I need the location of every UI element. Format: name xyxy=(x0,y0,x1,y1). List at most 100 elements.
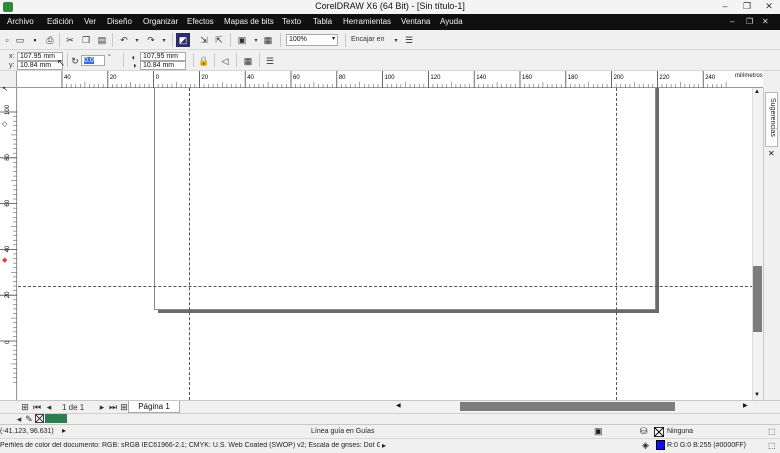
scroll-right-icon[interactable]: ▶ xyxy=(743,402,748,409)
options-icon[interactable]: ☰ xyxy=(402,33,416,47)
menu-ventana[interactable]: Ventana xyxy=(401,17,430,26)
menu-bar: Archivo Edición Ver Diseño Organizar Efe… xyxy=(0,14,780,30)
x-label: x: xyxy=(9,53,15,60)
menu-diseno[interactable]: Diseño xyxy=(107,17,132,26)
docker-close-icon[interactable]: ✕ xyxy=(768,149,775,158)
drawing-canvas[interactable] xyxy=(18,88,763,400)
zoom-level-value: 100% xyxy=(289,36,307,43)
copy-icon[interactable]: ❐ xyxy=(79,33,93,47)
doc-close-icon[interactable]: ✕ xyxy=(762,17,772,27)
ruler-tick-label: 60 xyxy=(293,75,300,81)
width-field[interactable]: 107,95 mm xyxy=(140,52,186,61)
chevron-down-icon: ▾ xyxy=(331,36,335,42)
ruler-tick-label: 140 xyxy=(476,75,487,81)
fill-tool-icon[interactable]: ◆ xyxy=(2,256,7,264)
rotation-angle-value: 0.0 xyxy=(84,57,94,64)
menu-texto[interactable]: Texto xyxy=(282,17,301,26)
close-button[interactable]: ✕ xyxy=(758,0,780,13)
cut-icon[interactable]: ✂ xyxy=(63,33,77,47)
fill-color-swatch xyxy=(656,440,665,450)
paste-icon[interactable]: ▤ xyxy=(95,33,109,47)
doc-minimize-icon[interactable]: – xyxy=(730,17,740,27)
drawing-page[interactable] xyxy=(154,88,656,310)
rotation-angle-field[interactable]: 0.0 xyxy=(81,55,105,66)
y-label: y: xyxy=(9,62,15,69)
vertical-scrollbar[interactable] xyxy=(752,88,763,400)
redo-icon[interactable]: ↷ xyxy=(144,33,158,47)
cursor-coordinates: (-41.123, 96.631) xyxy=(0,428,54,435)
vertical-scroll-thumb[interactable] xyxy=(753,266,762,332)
mouse-cursor-icon: ↖ xyxy=(56,57,66,69)
menu-ver[interactable]: Ver xyxy=(84,17,96,26)
vertical-guide-line[interactable] xyxy=(189,88,190,400)
ruler-tick-label: 80 xyxy=(339,75,346,81)
minimize-button[interactable]: – xyxy=(714,0,736,13)
menu-efectos[interactable]: Efectos xyxy=(187,17,214,26)
height-field[interactable]: 10.84 mm xyxy=(140,61,186,70)
outline-none-label: Ninguna xyxy=(667,428,694,435)
status-fill-icon[interactable]: ⬚ xyxy=(768,441,776,450)
restore-button[interactable]: ❐ xyxy=(736,0,758,13)
open-icon[interactable]: ▭ xyxy=(13,33,27,47)
menu-mapas-de-bits[interactable]: Mapas de bits xyxy=(224,17,274,26)
status-outline-icon[interactable]: ⬚ xyxy=(768,427,776,436)
doc-restore-icon[interactable]: ❐ xyxy=(746,17,756,27)
fill-bucket-icon: ⛁ xyxy=(640,426,648,436)
import-icon[interactable]: ⇲ xyxy=(197,33,211,47)
scroll-up-icon[interactable]: ▲ xyxy=(754,89,760,95)
horizontal-ruler[interactable]: 40 20 0 20 40 60 80 100 120 140 160 180 200 220 240 mi… xyxy=(17,71,763,88)
ruler-tick-label: 20 xyxy=(110,75,117,81)
status-expand-icon[interactable]: ▸ xyxy=(62,426,66,435)
scroll-down-icon[interactable]: ▼ xyxy=(754,392,760,398)
ruler-tick-label: 200 xyxy=(614,75,625,81)
snap-dropdown-icon[interactable]: ▾ xyxy=(389,33,403,47)
window-title: CorelDRAW X6 (64 Bit) - [Sin título-1] xyxy=(315,1,465,11)
menu-tabla[interactable]: Tabla xyxy=(313,17,332,26)
ruler-tick-label: 40 xyxy=(64,75,71,81)
page-tab[interactable]: Página 1 xyxy=(128,401,180,413)
application-launcher-icon[interactable]: ▣ xyxy=(235,33,249,47)
menu-archivo[interactable]: Archivo xyxy=(7,17,34,26)
horizontal-guide-line[interactable] xyxy=(18,286,763,287)
status-doc-icon[interactable]: ▣ xyxy=(594,426,603,437)
zoom-level-select[interactable]: 100% ▾ xyxy=(286,34,338,46)
menu-ayuda[interactable]: Ayuda xyxy=(440,17,463,26)
menu-herramientas[interactable]: Herramientas xyxy=(343,17,391,26)
snap-to-label[interactable]: Encajar en xyxy=(351,36,384,43)
green-color-swatch[interactable] xyxy=(45,414,67,423)
undo-icon[interactable]: ↶ xyxy=(117,33,131,47)
menu-organizar[interactable]: Organizar xyxy=(143,17,178,26)
print-icon[interactable]: ⎙ xyxy=(43,33,57,47)
status-bar-top: (-41.123, 96.631) ▸ Línea guía en Guías … xyxy=(0,424,780,438)
guide-options-icon[interactable]: ◁ xyxy=(218,54,232,68)
horizontal-scroll-thumb[interactable] xyxy=(460,402,675,411)
search-content-icon[interactable]: ◩ xyxy=(176,33,190,47)
ruler-tick-label: 0 xyxy=(156,75,160,81)
previous-page-icon[interactable]: ◂ xyxy=(42,401,56,413)
vertical-guide-line[interactable] xyxy=(616,88,617,400)
vertical-mirror-icon[interactable]: ◑ xyxy=(127,58,141,72)
ruler-tick-label: 120 xyxy=(430,75,441,81)
no-color-swatch[interactable] xyxy=(35,414,44,423)
color-profiles-info[interactable]: Perfiles de color del documento: RGB: sR… xyxy=(0,442,380,449)
redo-dropdown-icon[interactable]: ▾ xyxy=(157,33,171,47)
ruler-tick-label: 100 xyxy=(385,75,396,81)
standard-toolbar: ▫ ▭ ▪ ⎙ ✂ ❐ ▤ ↶ ▾ ↷ ▾ ◩ ⇲ ⇱ ▣ ▾ ▦ 100% ▾… xyxy=(0,30,780,50)
menu-edicion[interactable]: Edición xyxy=(47,17,73,26)
guide-properties-icon[interactable]: ▦ xyxy=(241,54,255,68)
export-icon[interactable]: ⇱ xyxy=(212,33,226,47)
undo-dropdown-icon[interactable]: ▾ xyxy=(130,33,144,47)
save-icon[interactable]: ▪ xyxy=(28,33,42,47)
page-counter: 1 de 1 xyxy=(62,403,85,412)
degree-symbol: ° xyxy=(108,54,111,61)
shape-tool-icon[interactable]: ◇ xyxy=(2,120,7,128)
pick-tool-icon[interactable]: ↖ xyxy=(2,85,8,93)
property-options-icon[interactable]: ☰ xyxy=(263,54,277,68)
new-document-icon[interactable]: ▫ xyxy=(0,33,14,47)
hints-tab-label: Sugerencias xyxy=(769,98,776,137)
lock-guide-icon[interactable]: 🔒 xyxy=(197,54,211,68)
rotate-icon[interactable]: ↻ xyxy=(68,54,82,68)
scroll-left-icon[interactable]: ◀ xyxy=(396,402,401,409)
welcome-screen-icon[interactable]: ▦ xyxy=(261,33,275,47)
profile-expand-icon[interactable]: ▸ xyxy=(382,441,386,450)
